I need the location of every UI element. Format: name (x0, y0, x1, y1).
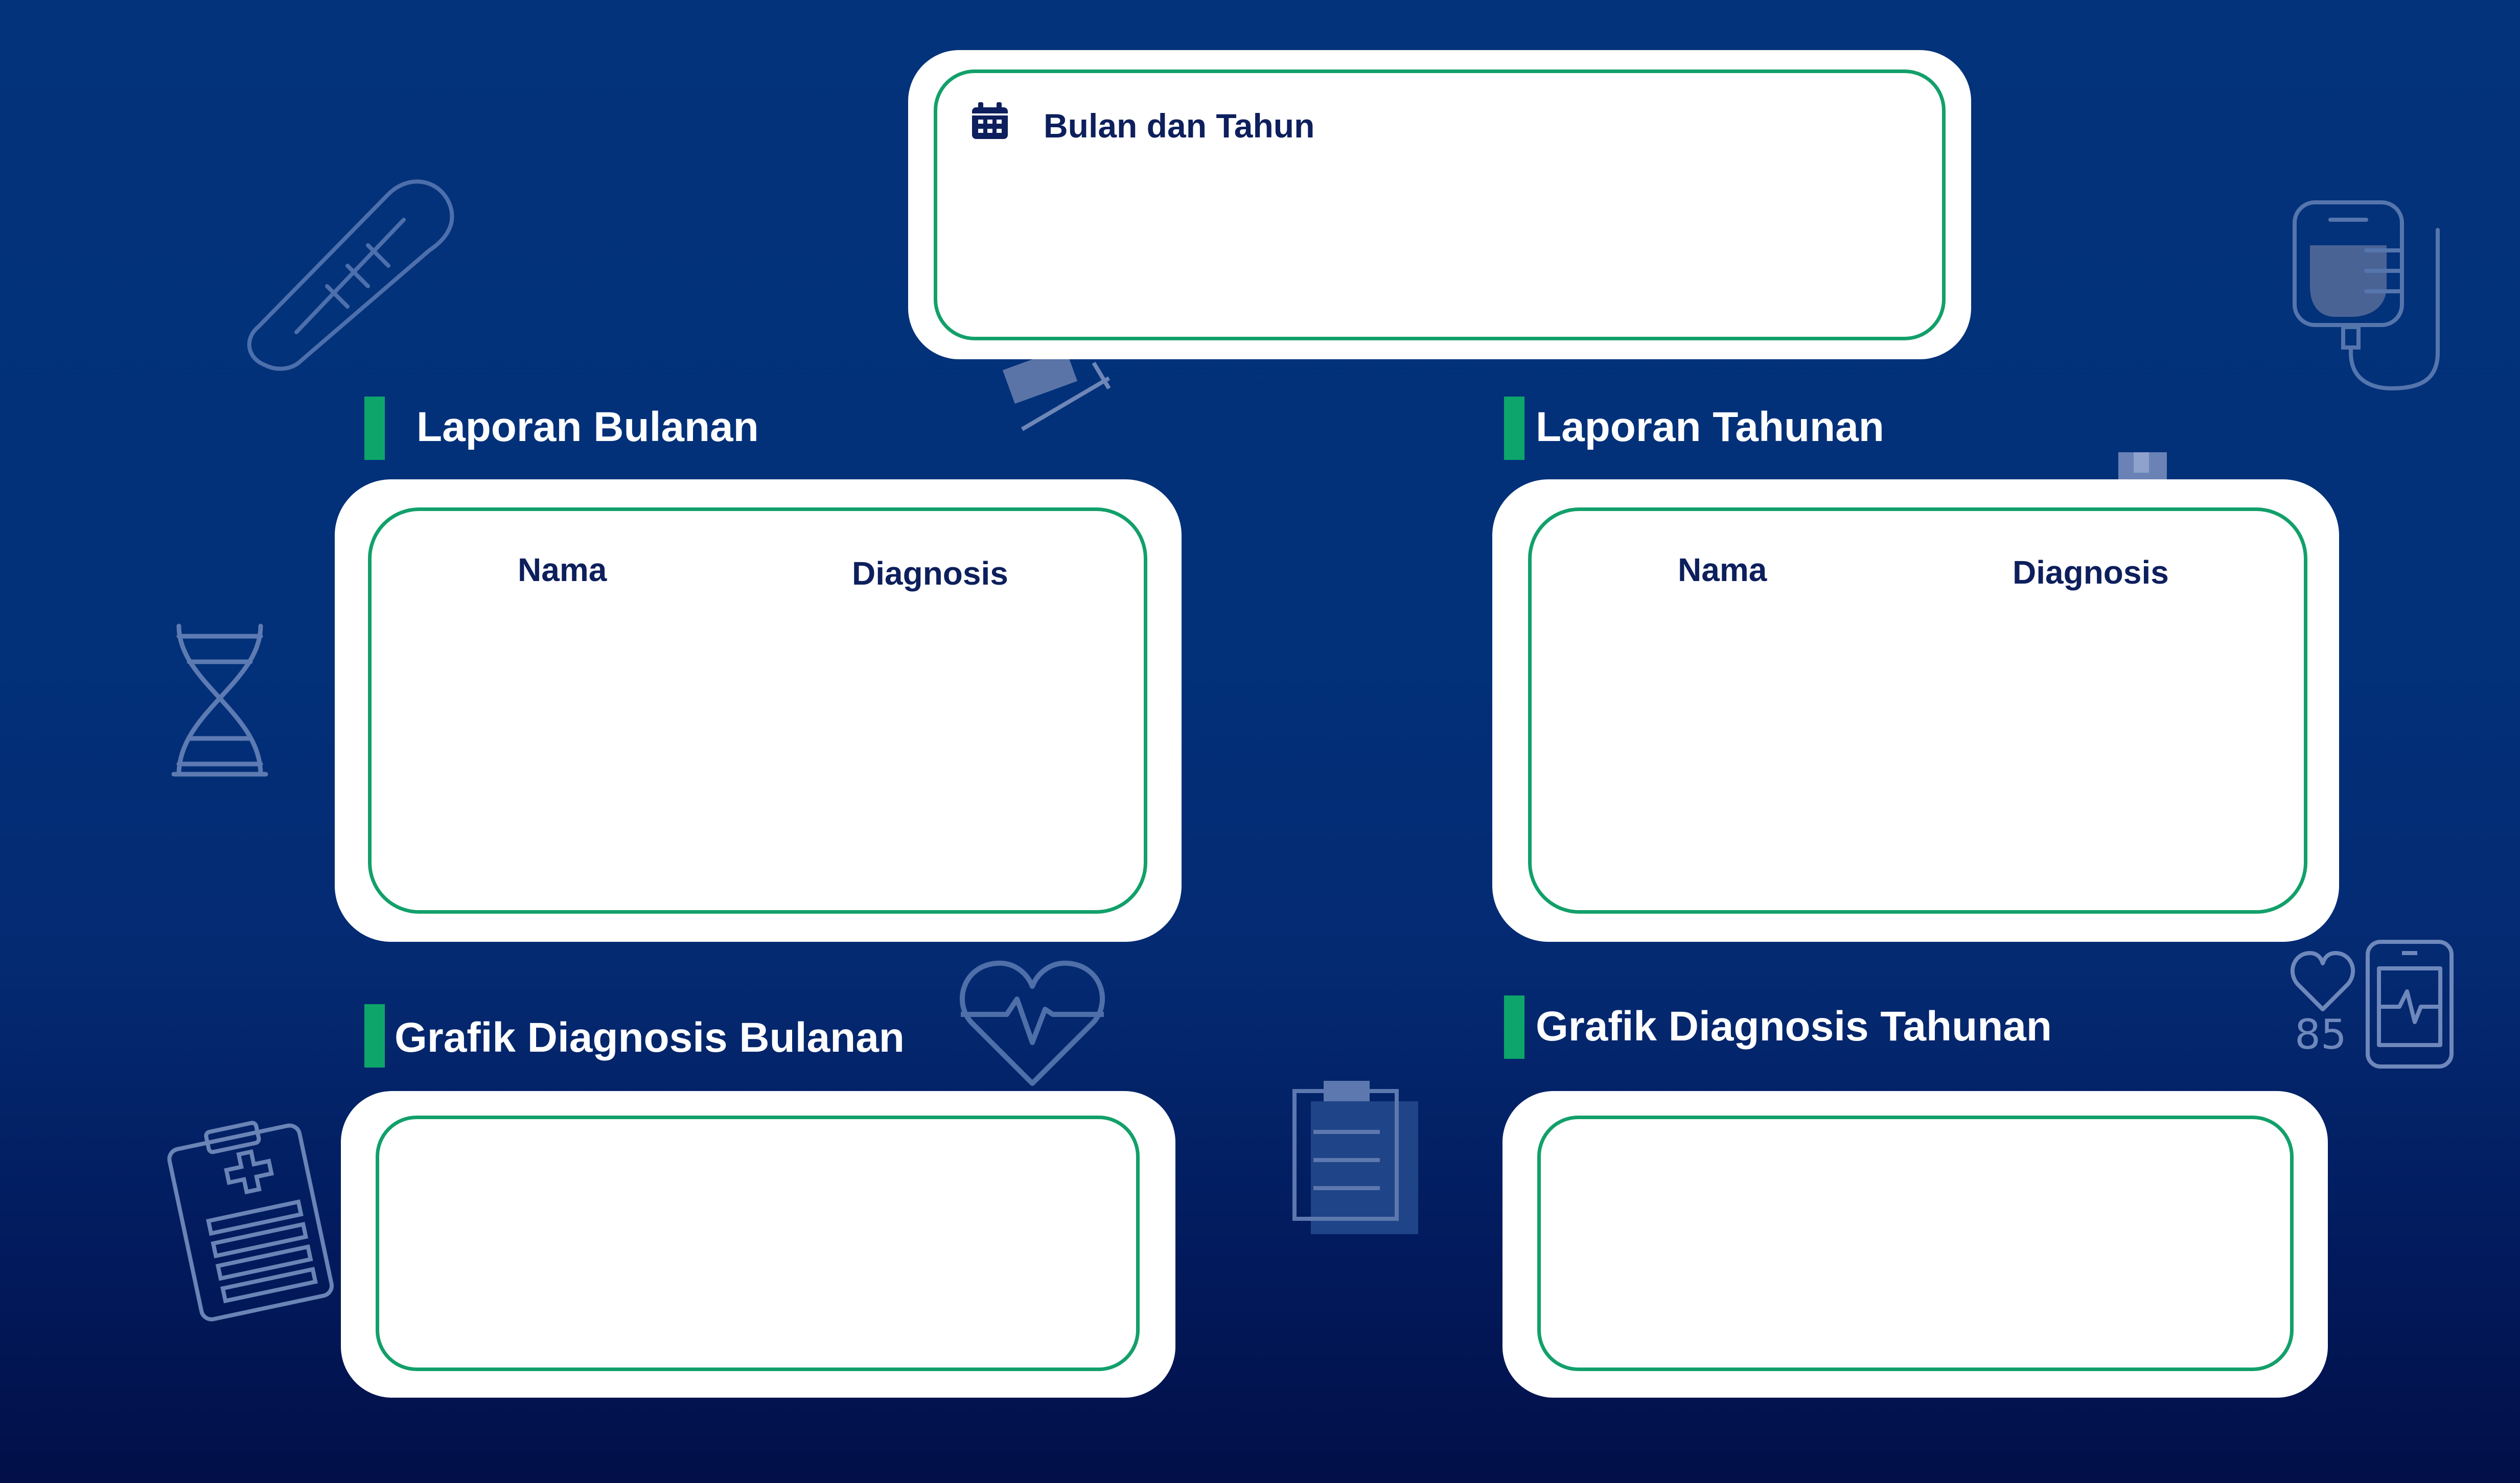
laporan-bulanan-table (368, 507, 1147, 914)
column-header-diagnosis: Diagnosis (852, 555, 1008, 592)
section-accent-bar (1504, 397, 1524, 460)
heart-rate-monitor-icon (2364, 938, 2456, 1071)
section-title-laporan-bulanan: Laporan Bulanan (417, 404, 759, 450)
date-filter-label: Bulan dan Tahun (1044, 107, 1315, 145)
grafik-bulanan-card (341, 1091, 1175, 1398)
date-filter-card (908, 50, 1971, 359)
grafik-tahunan-chart-area (1537, 1116, 2294, 1371)
column-header-diagnosis: Diagnosis (2013, 554, 2169, 591)
section-title-grafik-bulanan: Grafik Diagnosis Bulanan (395, 1014, 905, 1061)
section-accent-bar (364, 397, 385, 460)
section-title-grafik-tahunan: Grafik Diagnosis Tahunan (1536, 1003, 2052, 1050)
section-title-laporan-tahunan: Laporan Tahunan (1536, 404, 1884, 450)
grafik-bulanan-chart-area (376, 1116, 1140, 1371)
syringe-icon (991, 353, 1114, 434)
column-header-nama: Nama (518, 551, 607, 588)
clipboard-icon (164, 1114, 348, 1329)
laporan-bulanan-card: Nama Diagnosis (335, 479, 1182, 942)
section-accent-bar (1504, 995, 1524, 1059)
calendar-icon[interactable] (971, 102, 1009, 140)
column-header-nama: Nama (1678, 551, 1767, 588)
iv-bag-icon (2290, 199, 2443, 393)
heart-icon (2290, 948, 2356, 1014)
laporan-tahunan-table (1528, 507, 2307, 914)
grafik-tahunan-card (1502, 1091, 2328, 1398)
heart-pulse-icon (956, 956, 1109, 1088)
thermometer-icon (235, 164, 460, 378)
laporan-tahunan-card: Nama Diagnosis (1492, 479, 2339, 942)
section-accent-bar (364, 1004, 385, 1068)
heart-rate-value: 85 (2295, 1011, 2347, 1058)
document-icon (1290, 1078, 1421, 1237)
dna-icon (169, 621, 271, 784)
